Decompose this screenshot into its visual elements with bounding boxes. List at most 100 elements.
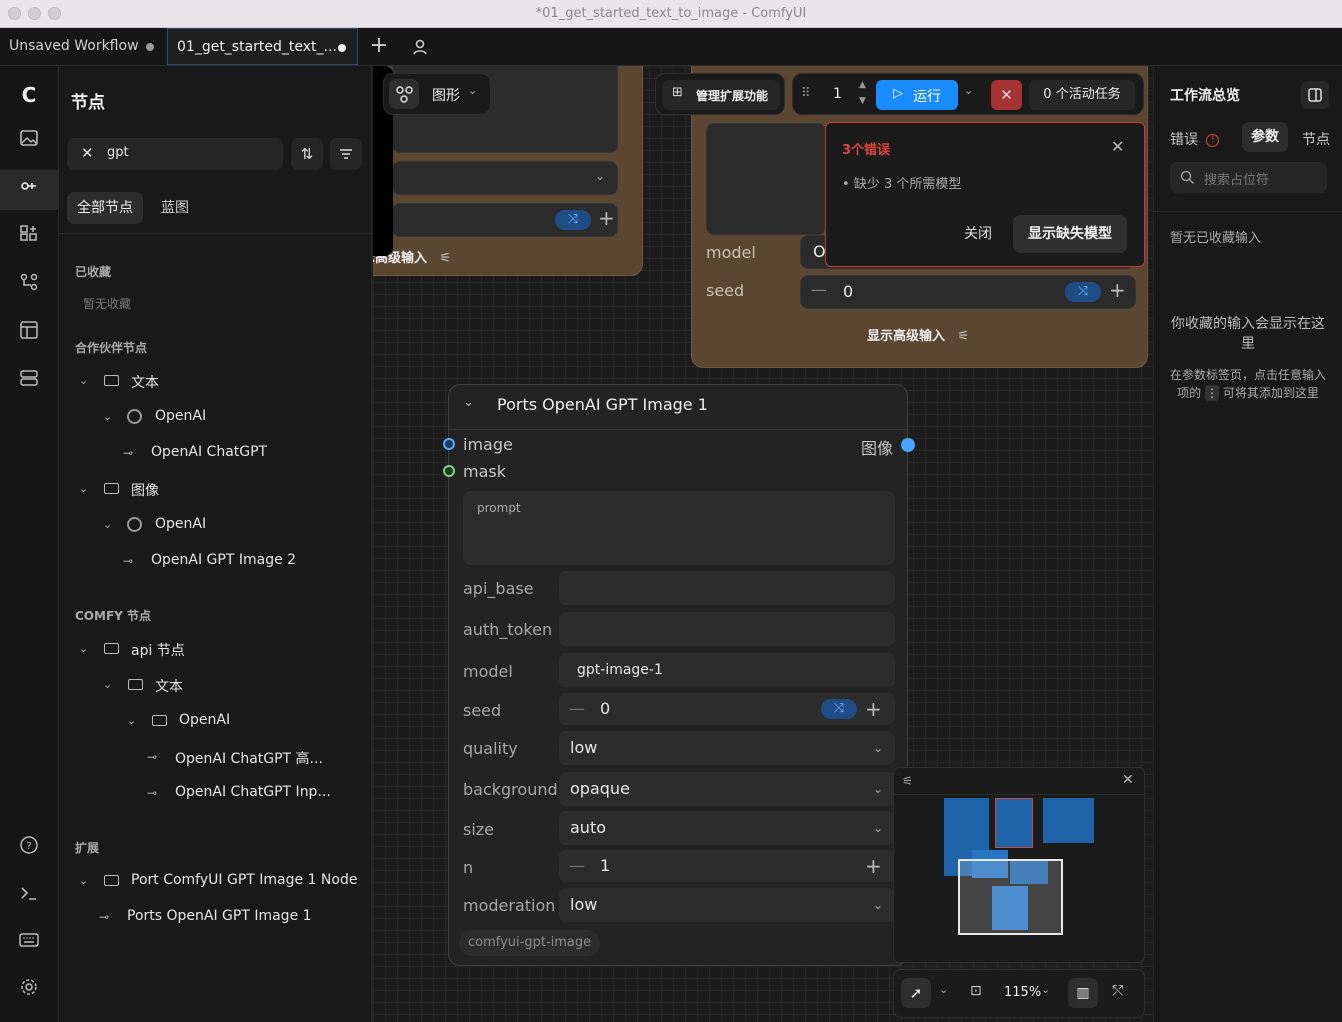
tree-item-label: OpenAI [179,712,231,728]
size-select[interactable]: auto ⌄ [559,811,895,845]
workflows-icon[interactable] [16,272,42,298]
combo-field[interactable]: ⌄ [392,161,618,195]
keyboard-icon[interactable] [16,930,42,956]
chevron-down-icon: ⌄ [79,642,89,655]
widget-value: auto [570,818,607,837]
templates-icon[interactable] [16,320,42,346]
mask-input-socket[interactable] [443,465,455,477]
graph-icon[interactable] [389,79,419,109]
plus-icon[interactable]: + [865,693,882,725]
filter-icon[interactable] [330,138,362,170]
chevron-down-icon[interactable]: ⌄ [939,983,948,996]
run-button[interactable]: ▷ 运行 [876,80,958,110]
minus-icon[interactable]: — [811,280,827,299]
tree-item-label: Ports OpenAI GPT Image 1 [127,908,312,924]
image-input-socket[interactable] [443,438,455,450]
apps-icon[interactable] [16,368,42,394]
background-select[interactable]: opaque ⌄ [559,772,895,806]
fit-view-icon[interactable]: ⊡ [970,983,982,999]
n-number-input[interactable]: — 1 + [559,850,895,882]
models-icon[interactable] [16,224,42,250]
tab-errors[interactable]: 错误 ! [1170,126,1234,154]
minus-icon[interactable]: — [569,693,585,725]
folder-icon [104,875,119,886]
hide-links-icon[interactable]: ⤲ [1112,983,1123,999]
chevron-down-icon: ⌄ [79,374,89,387]
settings-gear-icon[interactable] [16,977,42,1003]
minimap[interactable]: ⚟ ✕ [893,767,1145,963]
run-options-chevron-icon[interactable]: ⌄ [964,84,973,97]
auth-token-input[interactable] [559,612,895,646]
plus-icon[interactable]: + [598,206,615,230]
window-titlebar: *01_get_started_text_to_image - ComfyUI [0,0,1342,28]
plus-icon[interactable]: + [865,850,882,882]
filter-blueprints[interactable]: 蓝图 [155,192,195,224]
node-title: Ports OpenAI GPT Image 1 [497,395,708,414]
window-title: *01_get_started_text_to_image - ComfyUI [535,6,807,21]
quality-select[interactable]: low ⌄ [559,731,895,765]
select-pointer-icon[interactable]: ➚ [901,978,931,1008]
new-tab-icon[interactable]: + [368,34,390,58]
tab-unsaved-workflow[interactable]: Unsaved Workflow [0,28,165,65]
tree-item-label: 文本 [131,375,159,391]
terminal-icon[interactable] [16,883,42,909]
svg-text:?: ? [26,841,31,852]
collapse-chevron-icon[interactable]: ⌄ [463,395,474,410]
tab-parameters[interactable]: 参数 [1242,122,1288,152]
sliders-icon: ⚟ [439,251,452,266]
zoom-level[interactable]: 115% [1004,985,1041,1000]
model-input[interactable]: gpt-image-1 [559,653,895,687]
nodes-library-icon[interactable] [16,176,42,202]
randomize-icon[interactable]: ⤨ [1065,282,1101,302]
minimap-settings-icon[interactable]: ⚟ [902,774,913,788]
clear-search-icon[interactable]: ✕ [81,144,94,162]
decrement-icon[interactable]: ▼ [859,96,866,106]
node-search-input[interactable]: ✕ gpt [67,138,283,170]
seed-field[interactable]: ⤨ + [392,203,618,237]
image-output-socket[interactable] [901,438,915,452]
images-icon[interactable] [16,128,42,154]
sort-icon[interactable]: ⇅ [291,138,323,170]
toggle-panel-icon[interactable] [1301,81,1329,109]
tree-item-label: OpenAI ChatGPT 高... [175,751,323,767]
show-missing-models-button[interactable]: 显示缺失模型 [1013,215,1127,253]
puzzle-icon: ⊞ [672,85,683,100]
seed-number-input[interactable]: — 0 ⤨ + [559,693,895,725]
folder-icon [104,483,119,494]
close-minimap-icon[interactable]: ✕ [1122,772,1134,788]
help-icon[interactable]: ? [16,835,42,861]
minimap-viewport[interactable] [958,859,1063,935]
tree-item-label: OpenAI [155,408,207,424]
batch-count-input[interactable]: 1 ▲ ▼ [821,80,873,110]
comfy-logo-icon[interactable]: C [16,82,42,108]
api-base-input[interactable] [559,571,895,605]
active-tasks-button[interactable]: 0 个活动任务 [1029,80,1135,110]
filter-all-nodes[interactable]: 全部节点 [67,192,143,224]
widget-label: api_base [463,579,534,598]
chevron-down-icon[interactable]: ⌄ [1041,983,1050,996]
gpt-image-node[interactable]: ⌄ Ports OpenAI GPT Image 1 image mask 图像… [443,384,915,966]
manage-extensions-button[interactable]: ⊞ 管理扩展功能 [662,80,780,110]
divider [894,794,1144,795]
close-icon[interactable]: ✕ [1111,137,1124,156]
parameter-search-input[interactable]: 搜索占位符 [1170,162,1327,193]
moderation-select[interactable]: low ⌄ [559,888,895,922]
chevron-down-icon[interactable]: ⌄ [468,84,477,97]
minimap-toggle-icon[interactable]: ▥ [1068,978,1098,1008]
show-advanced-inputs[interactable]: 显示高级输入 ⚟ [867,325,969,344]
randomize-icon[interactable]: ⤨ [821,699,857,719]
cancel-run-button[interactable]: ✕ [991,80,1022,110]
tab-nodes[interactable]: 节点 [1302,126,1330,154]
chevron-down-icon: ⌄ [594,169,605,183]
graph-mode-label[interactable]: 图形 [432,85,460,105]
drag-handle-icon[interactable]: ⠿ [801,86,811,101]
minus-icon[interactable]: — [569,850,585,882]
user-icon[interactable] [410,37,430,57]
seed-field[interactable]: — 0 ⤨ + [800,275,1136,309]
popup-close-button[interactable]: 关闭 [954,215,1002,253]
prompt-textarea[interactable]: prompt [463,491,895,565]
increment-icon[interactable]: ▲ [859,80,866,90]
tab-get-started[interactable]: 01_get_started_text_... [167,28,358,65]
plus-icon[interactable]: + [1109,278,1126,302]
randomize-icon[interactable]: ⤨ [555,210,591,230]
